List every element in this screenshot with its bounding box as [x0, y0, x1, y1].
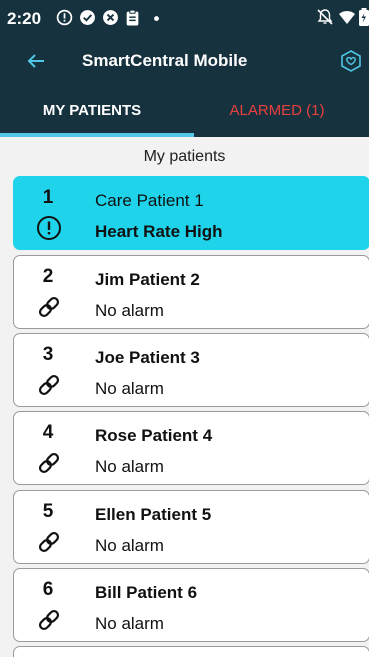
- patient-card-6[interactable]: 6 Bill Patient 6 No alarm: [13, 568, 369, 642]
- patient-card-2[interactable]: 2 Jim Patient 2 No alarm: [13, 255, 369, 329]
- patient-alarm-status: Heart Rate High: [95, 222, 223, 241]
- patient-alarm-status: No alarm: [95, 301, 164, 320]
- wifi-icon: [339, 11, 355, 24]
- patient-name: Jim Patient 2: [95, 270, 200, 289]
- app-title: SmartCentral Mobile: [82, 51, 248, 70]
- tab-alarmed[interactable]: ALARMED (1): [185, 84, 369, 137]
- list-header: My patients: [143, 148, 226, 165]
- patient-card-3[interactable]: 3 Joe Patient 3 No alarm: [13, 333, 369, 407]
- patient-number: 5: [42, 501, 54, 522]
- patient-number: 4: [42, 422, 54, 443]
- patient-alarm-status: No alarm: [95, 614, 164, 633]
- hand-heart-icon[interactable]: [338, 48, 364, 74]
- patient-card-4[interactable]: 4 Rose Patient 4 No alarm: [13, 411, 369, 485]
- bell-off-icon: [317, 9, 333, 25]
- x-circle-icon: [103, 10, 118, 25]
- patient-number: 3: [42, 344, 54, 365]
- patient-number: 6: [42, 579, 54, 600]
- patient-name: Bill Patient 6: [95, 583, 198, 602]
- patient-alarm-status: No alarm: [95, 379, 164, 398]
- alert-circle-icon: [56, 9, 73, 26]
- app-bar: SmartCentral Mobile: [0, 36, 369, 84]
- patient-name: Joe Patient 3: [95, 348, 200, 367]
- link-icon: [38, 609, 60, 631]
- tab-my-patients[interactable]: MY PATIENTS: [0, 84, 184, 137]
- check-circle-icon: [80, 10, 95, 25]
- patient-name: Rose Patient 4: [95, 426, 213, 445]
- link-icon: [38, 296, 60, 318]
- alert-circle-icon: [37, 216, 61, 240]
- link-icon: [38, 452, 60, 474]
- patient-card-5[interactable]: 5 Ellen Patient 5 No alarm: [13, 490, 369, 564]
- patient-alarm-status: No alarm: [95, 536, 164, 555]
- dot-icon: [154, 16, 159, 22]
- patient-name: Ellen Patient 5: [95, 505, 212, 524]
- patient-number: 1: [42, 187, 54, 208]
- battery-icon: [359, 8, 369, 26]
- patient-card-1[interactable]: 1 Care Patient 1 Heart Rate High: [13, 176, 369, 250]
- patient-alarm-status: No alarm: [95, 457, 164, 476]
- patient-card-partial[interactable]: [13, 646, 369, 657]
- status-time: 2:20: [7, 9, 42, 28]
- link-icon: [38, 374, 60, 396]
- tab-bar: MY PATIENTS ALARMED (1): [0, 84, 369, 137]
- patient-number: 2: [42, 266, 54, 287]
- patient-name: Care Patient 1: [95, 191, 204, 210]
- status-bar: 2:20: [0, 0, 369, 36]
- clipboard-icon: [126, 9, 139, 26]
- arrow-left-icon[interactable]: [24, 49, 48, 73]
- link-icon: [38, 531, 60, 553]
